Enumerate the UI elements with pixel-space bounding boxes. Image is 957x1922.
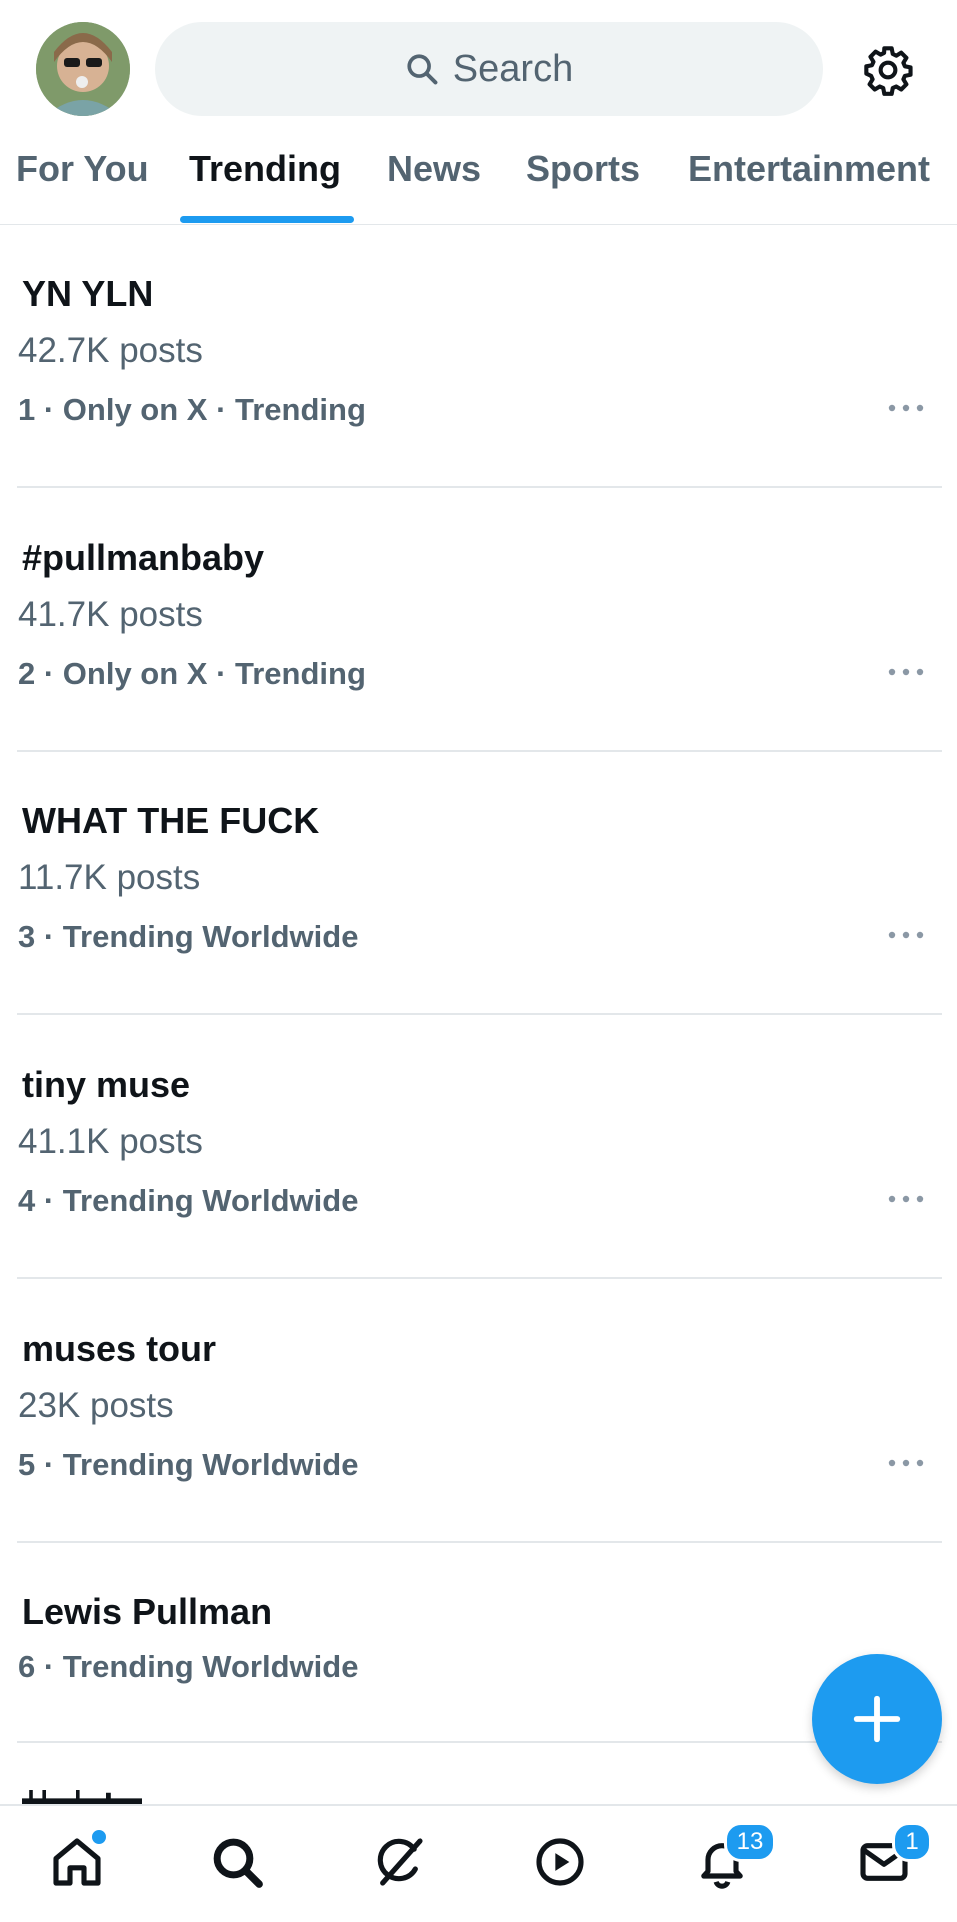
- trend-meta: 1 · Only on X · Trending: [18, 392, 366, 427]
- active-tab-indicator: [180, 216, 354, 223]
- nav-explore[interactable]: [209, 1834, 265, 1890]
- home-unread-dot: [90, 1828, 108, 1846]
- trend-post-count: 42.7K posts: [18, 331, 203, 370]
- tab-news[interactable]: News: [387, 148, 481, 190]
- trend-item[interactable]: muses tour 23K posts 5 · Trending Worldw…: [0, 1280, 957, 1543]
- search-icon: [407, 54, 438, 85]
- settings-gear-icon[interactable]: [862, 44, 914, 96]
- divider: [17, 1013, 942, 1015]
- divider: [17, 1741, 942, 1743]
- trend-title: tiny muse: [22, 1064, 191, 1105]
- more-options-icon[interactable]: [886, 1191, 926, 1207]
- grok-icon: [377, 1838, 423, 1886]
- nav-grok[interactable]: [371, 1834, 427, 1890]
- tab-trending[interactable]: Trending: [189, 148, 341, 190]
- trend-meta: 4 · Trending Worldwide: [18, 1183, 359, 1218]
- more-options-icon[interactable]: [886, 1455, 926, 1471]
- trend-title: YN YLN: [22, 273, 154, 314]
- play-circle-icon: [536, 1838, 584, 1886]
- trend-post-count: 41.7K posts: [18, 595, 203, 634]
- trend-meta: 2 · Only on X · Trending: [18, 656, 366, 691]
- trend-title: WHAT THE FUCK: [22, 800, 320, 841]
- notifications-badge: 13: [724, 1822, 776, 1862]
- clipped-trend-row: [0, 1744, 957, 1804]
- trend-meta: 5 · Trending Worldwide: [18, 1447, 359, 1482]
- trend-title: muses tour: [22, 1328, 217, 1369]
- search-placeholder: Search: [452, 47, 574, 90]
- nav-videos[interactable]: [532, 1834, 588, 1890]
- tab-entertainment[interactable]: Entertainment: [688, 148, 930, 190]
- more-options-icon[interactable]: [886, 400, 926, 416]
- messages-badge: 1: [892, 1822, 932, 1862]
- trend-meta: 6 · Trending Worldwide: [18, 1649, 359, 1684]
- clipped-text-fragment: [22, 1790, 142, 1804]
- explore-tabs: For You Trending News Sports Entertainme…: [0, 140, 957, 225]
- avatar-image: [36, 22, 130, 116]
- trend-post-count: 23K posts: [18, 1386, 174, 1425]
- trend-title: Lewis Pullman: [22, 1591, 273, 1632]
- tab-for-you[interactable]: For You: [16, 148, 149, 190]
- divider: [17, 486, 942, 488]
- tab-sports[interactable]: Sports: [526, 148, 640, 190]
- divider: [17, 1277, 942, 1279]
- search-icon: [213, 1838, 263, 1888]
- trend-item[interactable]: tiny muse 41.1K posts 4 · Trending World…: [0, 1016, 957, 1279]
- bottom-navigation: [0, 1804, 957, 1922]
- trend-meta: 3 · Trending Worldwide: [18, 919, 359, 954]
- more-options-icon[interactable]: [886, 927, 926, 943]
- profile-avatar[interactable]: [36, 22, 130, 116]
- trend-title: #pullmanbaby: [22, 537, 265, 578]
- trend-post-count: 41.1K posts: [18, 1122, 203, 1161]
- search-bar[interactable]: Search: [155, 22, 823, 116]
- trend-item[interactable]: #pullmanbaby 41.7K posts 2 · Only on X ·…: [0, 489, 957, 752]
- trend-post-count: 11.7K posts: [18, 858, 201, 897]
- trend-item[interactable]: WHAT THE FUCK 11.7K posts 3 · Trending W…: [0, 752, 957, 1015]
- compose-post-button[interactable]: [812, 1654, 942, 1784]
- trend-item[interactable]: YN YLN 42.7K posts 1 · Only on X · Trend…: [0, 225, 957, 488]
- top-bar: Search: [0, 0, 957, 140]
- more-options-icon[interactable]: [886, 664, 926, 680]
- plus-icon: [853, 1695, 901, 1743]
